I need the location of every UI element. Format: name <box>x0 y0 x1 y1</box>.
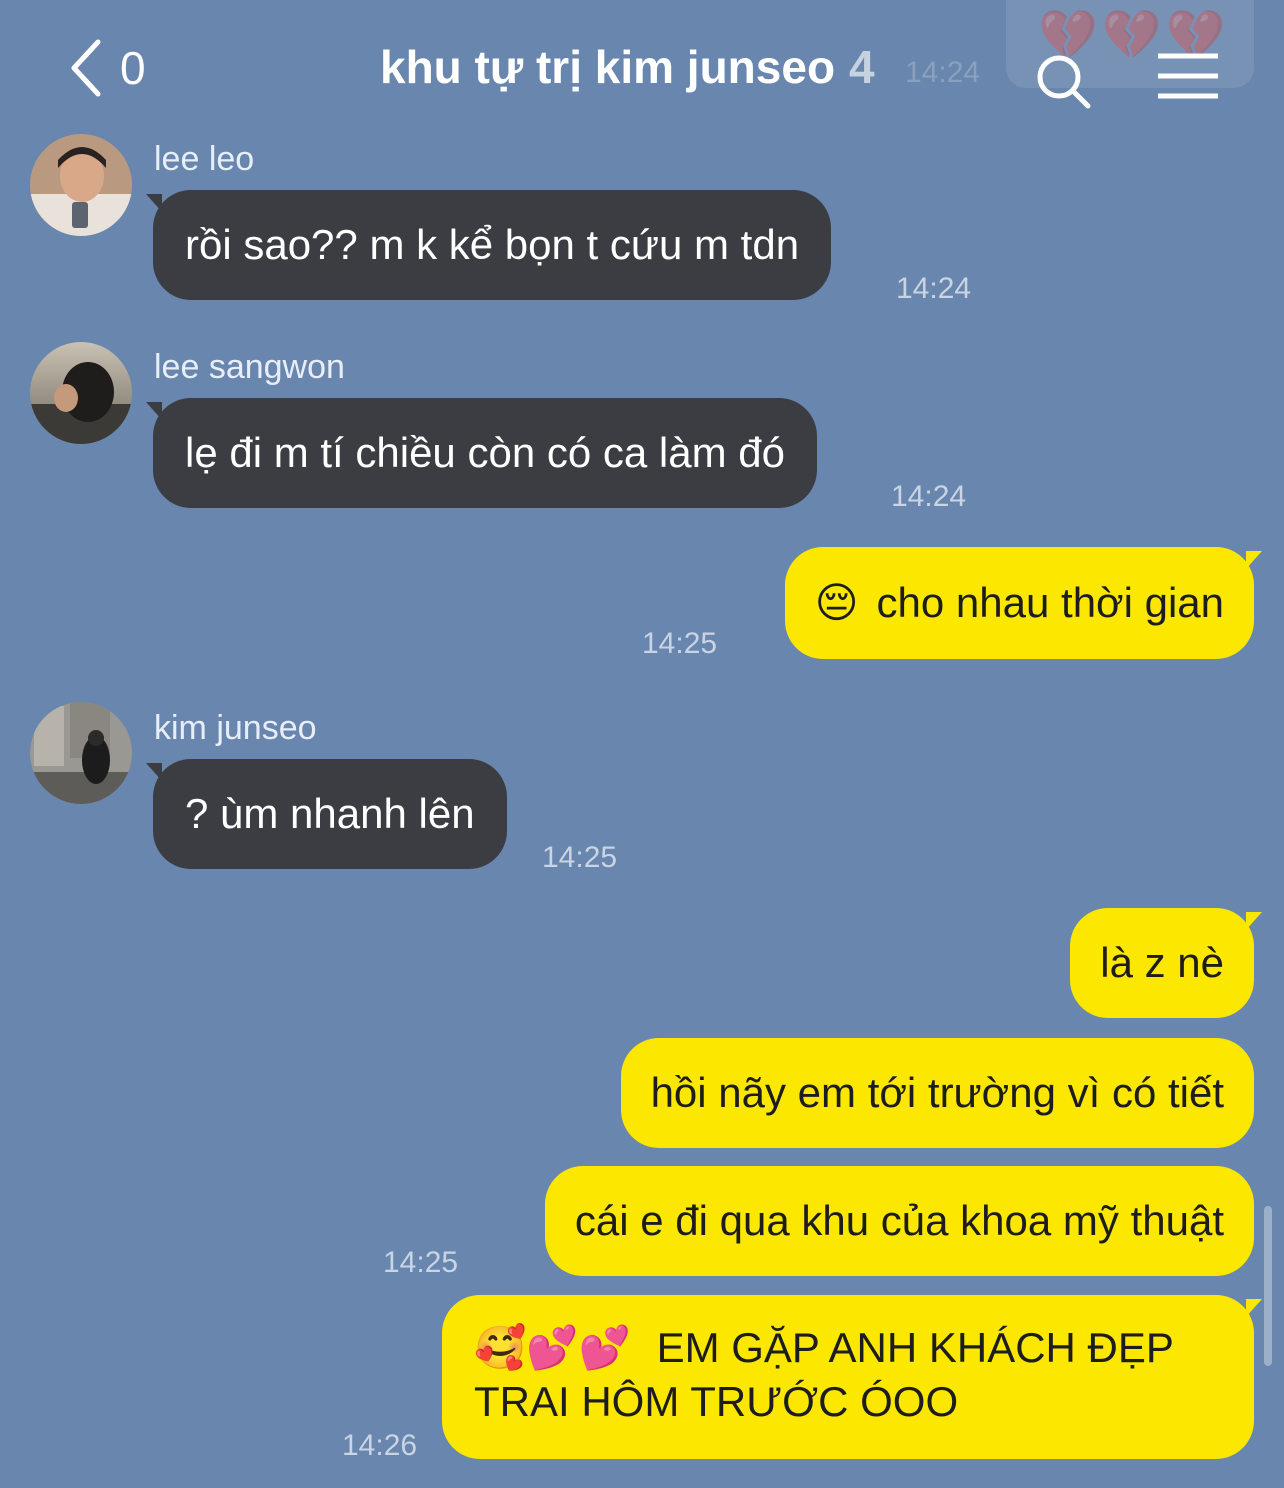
chat-title-text: khu tự trị kim junseo <box>380 41 836 93</box>
avatar-lee-leo[interactable] <box>30 134 132 236</box>
message-time: 14:26 <box>342 1429 418 1462</box>
smiling-hearts-emoji: 🥰💕💕 <box>474 1323 631 1372</box>
message-bubble[interactable]: lẹ đi m tí chiều còn có ca làm đó <box>153 398 817 508</box>
avatar-photo <box>30 702 132 804</box>
menu-button[interactable] <box>1156 52 1220 100</box>
message-text: cái e đi qua khu của khoa mỹ thuật <box>574 1197 1224 1244</box>
message-text: hồi nãy em tới trường vì có tiết <box>650 1069 1224 1116</box>
message-bubble[interactable]: là z nè <box>1070 908 1254 1018</box>
avatar-lee-sangwon[interactable] <box>30 342 132 444</box>
sender-name: kim junseo <box>154 709 317 747</box>
message-time: 14:24 <box>896 272 972 305</box>
message-text: rồi sao?? m k kể bọn t cứu m tdn <box>185 221 800 268</box>
avatar-photo <box>30 342 132 444</box>
avatar-photo <box>30 134 132 236</box>
sender-name: lee leo <box>154 140 255 178</box>
unread-count: 0 <box>120 42 146 94</box>
pensive-face-emoji: 😔 <box>814 578 859 627</box>
message-bubble[interactable]: ? ùm nhanh lên <box>153 759 507 869</box>
message-time: 14:25 <box>542 841 618 874</box>
chevron-left-icon <box>71 39 101 97</box>
search-icon <box>1037 55 1091 109</box>
message-time: 14:25 <box>642 627 718 660</box>
ghost-timestamp: 14:24 <box>905 56 981 89</box>
message-bubble[interactable]: hồi nãy em tới trường vì có tiết <box>620 1038 1254 1148</box>
message-text: ? ùm nhanh lên <box>185 790 475 837</box>
avatar-kim-junseo[interactable] <box>30 702 132 804</box>
message-bubble[interactable]: rồi sao?? m k kể bọn t cứu m tdn <box>153 190 832 300</box>
chat-title: khu tự trị kim junseo 4 <box>380 40 875 100</box>
search-button[interactable] <box>1032 50 1094 112</box>
member-count: 4 <box>849 41 875 93</box>
message-bubble[interactable]: 😔 cho nhau thời gian <box>784 547 1254 659</box>
message-text-line-2: TRAI HÔM TRƯỚC ÓOO <box>474 1378 959 1425</box>
message-text-line-1: EM GẶP ANH KHÁCH ĐẸP <box>656 1324 1174 1371</box>
hamburger-menu-icon <box>1158 53 1218 99</box>
message-time: 14:25 <box>383 1246 459 1279</box>
sender-name: lee sangwon <box>154 348 345 386</box>
message-text: lẹ đi m tí chiều còn có ca làm đó <box>185 429 785 476</box>
message-text: là z nè <box>1100 939 1224 986</box>
message-text: cho nhau thời gian <box>876 579 1224 626</box>
back-button[interactable]: 0 <box>68 38 168 98</box>
scrollbar[interactable] <box>1264 1206 1272 1366</box>
message-time: 14:24 <box>891 480 967 513</box>
message-bubble[interactable]: cái e đi qua khu của khoa mỹ thuật <box>544 1166 1254 1276</box>
message-bubble[interactable]: 🥰💕💕 EM GẶP ANH KHÁCH ĐẸP TRAI HÔM TRƯỚC … <box>442 1295 1254 1459</box>
